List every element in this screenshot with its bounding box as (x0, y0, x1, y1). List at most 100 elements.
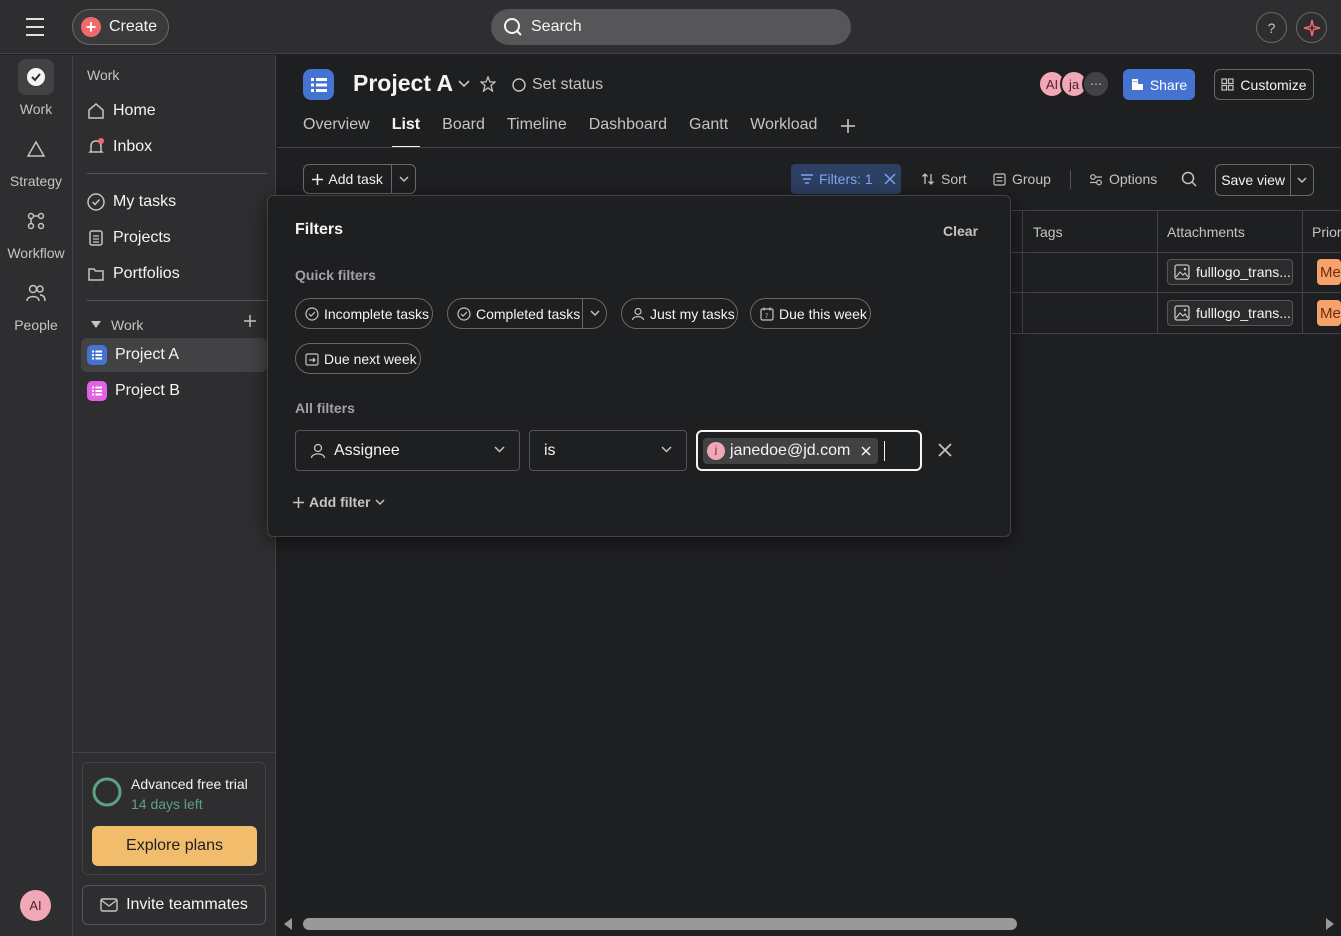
members-group[interactable]: AI ja ⋯ (1038, 70, 1110, 98)
sidebar-item-inbox[interactable]: Inbox (81, 130, 267, 164)
attachment-chip[interactable]: fulllogo_trans... (1167, 300, 1293, 326)
sidebar-item-portfolios[interactable]: Portfolios (81, 257, 267, 291)
trial-card: Advanced free trial 14 days left Explore… (82, 762, 266, 875)
sidebar-item-my-tasks[interactable]: My tasks (81, 185, 267, 219)
scroll-right-icon[interactable] (1325, 918, 1335, 930)
rail-item-workflow[interactable]: Workflow (0, 203, 72, 261)
user-avatar[interactable]: AI (20, 890, 51, 921)
quick-filter-due-next-week[interactable]: Due next week (295, 343, 421, 374)
tab-list[interactable]: List (391, 116, 442, 148)
customize-button[interactable]: Customize (1214, 69, 1314, 100)
search-bar[interactable]: Search (491, 9, 851, 45)
clear-filters-button[interactable]: Clear (943, 223, 978, 239)
toolbar-divider (1070, 170, 1071, 189)
quick-filter-my-tasks[interactable]: Just my tasks (621, 298, 738, 329)
quick-filter-due-this-week[interactable]: 7 Due this week (750, 298, 871, 329)
filter-operator-select[interactable]: is (529, 430, 687, 471)
column-header-attachments[interactable]: Attachments (1167, 224, 1245, 240)
close-icon[interactable] (861, 445, 871, 456)
scroll-left-icon[interactable] (283, 918, 293, 930)
sidebar-item-label: My tasks (113, 193, 177, 210)
chevron-down-icon[interactable] (392, 165, 415, 193)
add-tab-icon[interactable] (840, 118, 856, 134)
remove-filter-icon[interactable] (937, 442, 953, 458)
group-icon (993, 172, 1006, 186)
sidebar-divider (73, 752, 275, 753)
quick-filter-label: Completed tasks (476, 305, 581, 322)
search-placeholder: Search (531, 18, 582, 35)
explore-plans-button[interactable]: Explore plans (92, 826, 257, 866)
tab-board[interactable]: Board (442, 116, 507, 148)
trial-title: Advanced free trial (131, 776, 248, 792)
quick-filter-incomplete[interactable]: Incomplete tasks (295, 298, 433, 329)
rail-item-strategy[interactable]: Strategy (0, 131, 72, 189)
set-status-button[interactable]: Set status (512, 76, 603, 94)
column-header-priority[interactable]: Prior (1312, 224, 1341, 240)
plus-icon (293, 496, 304, 508)
menu-icon[interactable] (22, 14, 50, 40)
list-icon (87, 381, 107, 401)
attachment-chip[interactable]: fulllogo_trans... (1167, 259, 1293, 285)
help-button[interactable]: ? (1256, 12, 1287, 43)
tab-dashboard[interactable]: Dashboard (589, 116, 689, 148)
group-button[interactable]: Group (993, 164, 1051, 194)
star-icon[interactable] (480, 76, 496, 92)
chevron-down-icon[interactable] (1291, 165, 1313, 195)
sidebar-item-project-a[interactable]: Project A (81, 338, 267, 372)
save-view-button[interactable]: Save view (1216, 165, 1292, 195)
sidebar-section-work[interactable]: Work (91, 317, 143, 333)
filters-button[interactable]: Filters: 1 (791, 164, 901, 194)
scrollbar-thumb[interactable] (303, 918, 1017, 930)
tab-gantt[interactable]: Gantt (689, 116, 750, 148)
priority-badge[interactable]: Me (1317, 300, 1341, 326)
tab-overview[interactable]: Overview (303, 116, 392, 148)
project-list-icon (303, 69, 334, 100)
triangle-icon (18, 131, 54, 167)
tab-timeline[interactable]: Timeline (507, 116, 589, 148)
options-label: Options (1109, 171, 1158, 187)
sidebar-item-label: Project B (115, 382, 180, 399)
options-button[interactable]: Options (1089, 164, 1157, 194)
column-header-tags[interactable]: Tags (1033, 224, 1063, 240)
add-filter-label: Add filter (309, 494, 371, 510)
plus-icon: + (81, 17, 101, 37)
tab-workload[interactable]: Workload (750, 116, 839, 148)
sidebar-item-home[interactable]: Home (81, 94, 267, 128)
create-button[interactable]: + Create (72, 9, 169, 45)
ai-button[interactable] (1296, 12, 1327, 43)
status-circle-icon (512, 78, 526, 92)
filter-value-input[interactable]: j janedoe@jd.com (696, 430, 922, 471)
sidebar-item-projects[interactable]: Projects (81, 221, 267, 255)
add-filter-button[interactable]: Add filter (293, 494, 385, 510)
sidebar-item-project-b[interactable]: Project B (81, 374, 267, 408)
priority-badge[interactable]: Me (1317, 259, 1341, 285)
list-icon (87, 345, 107, 365)
sort-button[interactable]: Sort (921, 164, 967, 194)
attachment-name: fulllogo_trans... (1196, 264, 1291, 280)
rail-label: Work (19, 101, 53, 117)
quick-filter-completed[interactable]: Completed tasks (447, 298, 607, 329)
search-icon (503, 17, 523, 37)
image-icon (1174, 305, 1190, 321)
chevron-down-icon[interactable] (582, 299, 606, 328)
assignee-token: j janedoe@jd.com (703, 437, 879, 464)
add-task-group: Add task (303, 164, 416, 194)
check-circle-icon (87, 193, 105, 211)
invite-teammates-button[interactable]: Invite teammates (82, 885, 266, 925)
add-task-label: Add task (328, 171, 383, 187)
chevron-down-icon (494, 446, 505, 453)
quick-filter-label: Due this week (779, 305, 867, 322)
close-icon[interactable] (884, 173, 896, 185)
add-project-icon[interactable] (243, 314, 257, 328)
grid-icon (1221, 78, 1235, 91)
more-icon: ⋯ (1082, 70, 1110, 98)
search-icon[interactable] (1181, 171, 1197, 187)
share-button[interactable]: Share (1123, 69, 1195, 100)
rail-item-people[interactable]: People (0, 275, 72, 333)
rail-item-work[interactable]: Work (0, 59, 72, 117)
progress-ring-icon (92, 777, 122, 807)
sidebar-divider (87, 300, 267, 301)
filter-field-select[interactable]: Assignee (295, 430, 520, 471)
chevron-down-icon[interactable] (458, 80, 470, 88)
add-task-button[interactable]: Add task (304, 165, 393, 193)
